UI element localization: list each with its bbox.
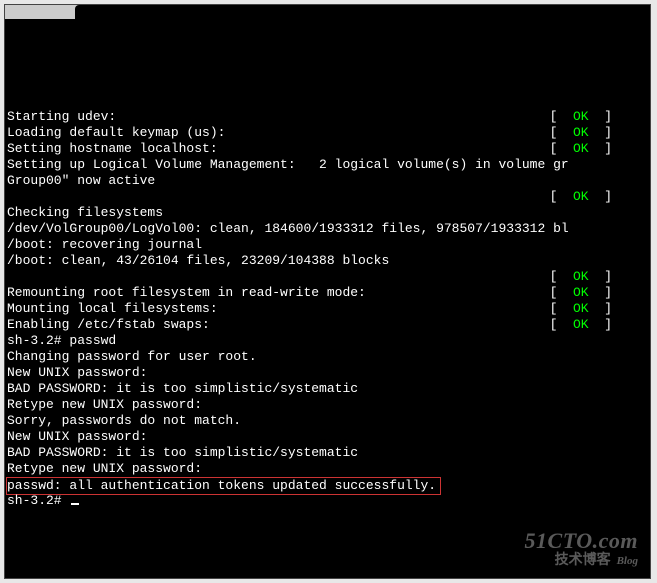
status-bracket: [ OK ] [550, 285, 648, 301]
terminal-line: Changing password for user root. [7, 349, 648, 365]
titlebar-inner [75, 5, 650, 19]
terminal-line: Retype new UNIX password: [7, 461, 648, 477]
terminal-line: Sorry, passwords do not match. [7, 413, 648, 429]
status-ok: OK [573, 301, 589, 316]
status-ok: OK [573, 285, 589, 300]
status-bracket: [ OK ] [550, 189, 648, 205]
status-ok: OK [573, 317, 589, 332]
terminal-line: Group00" now active [7, 173, 648, 189]
boot-message: Loading default keymap (us): [7, 125, 225, 141]
terminal-line: Setting up Logical Volume Management: 2 … [7, 157, 648, 173]
terminal-line: /boot: clean, 43/26104 files, 23209/1043… [7, 253, 648, 269]
boot-status-line: [ OK ] [7, 269, 648, 285]
terminal-body[interactable]: Starting udev:[ OK ]Loading default keym… [5, 19, 650, 578]
terminal-line: New UNIX password: [7, 365, 648, 381]
status-bracket: [ OK ] [550, 109, 648, 125]
highlighted-line: passwd: all authentication tokens update… [7, 477, 648, 493]
boot-message: Remounting root filesystem in read-write… [7, 285, 366, 301]
terminal-line: Retype new UNIX password: [7, 397, 648, 413]
status-bracket: [ OK ] [550, 269, 648, 285]
status-ok: OK [573, 141, 589, 156]
status-bracket: [ OK ] [550, 125, 648, 141]
status-ok: OK [573, 125, 589, 140]
terminal-line: /boot: recovering journal [7, 237, 648, 253]
boot-status-line: [ OK ] [7, 189, 648, 205]
shell-prompt[interactable]: sh-3.2# [7, 493, 648, 509]
status-ok: OK [573, 269, 589, 284]
status-bracket: [ OK ] [550, 141, 648, 157]
boot-status-line: Mounting local filesystems: [ OK ] [7, 301, 648, 317]
status-bracket: [ OK ] [550, 317, 648, 333]
boot-status-line: Enabling /etc/fstab swaps: [ OK ] [7, 317, 648, 333]
status-ok: OK [573, 189, 589, 204]
boot-message: Mounting local filesystems: [7, 301, 218, 317]
terminal-window: Starting udev:[ OK ]Loading default keym… [4, 4, 651, 579]
cursor-icon [71, 503, 79, 505]
boot-message: Setting hostname localhost: [7, 141, 218, 157]
boot-message: Enabling /etc/fstab swaps: [7, 317, 210, 333]
boot-status-line: Setting hostname localhost: [ OK ] [7, 141, 648, 157]
boot-status-line: Starting udev: [ OK ] [7, 109, 648, 125]
terminal-line: BAD PASSWORD: it is too simplistic/syste… [7, 445, 648, 461]
boot-message: Starting udev: [7, 109, 116, 125]
prompt-text: sh-3.2# [7, 493, 69, 508]
boot-status-line: Loading default keymap (us): [ OK ] [7, 125, 648, 141]
terminal-line: /dev/VolGroup00/LogVol00: clean, 184600/… [7, 221, 648, 237]
boot-status-line: Remounting root filesystem in read-write… [7, 285, 648, 301]
status-ok: OK [573, 109, 589, 124]
terminal-line: New UNIX password: [7, 429, 648, 445]
titlebar [5, 5, 650, 19]
status-bracket: [ OK ] [550, 301, 648, 317]
terminal-line: Checking filesystems [7, 205, 648, 221]
terminal-line: BAD PASSWORD: it is too simplistic/syste… [7, 381, 648, 397]
terminal-line: sh-3.2# passwd [7, 333, 648, 349]
